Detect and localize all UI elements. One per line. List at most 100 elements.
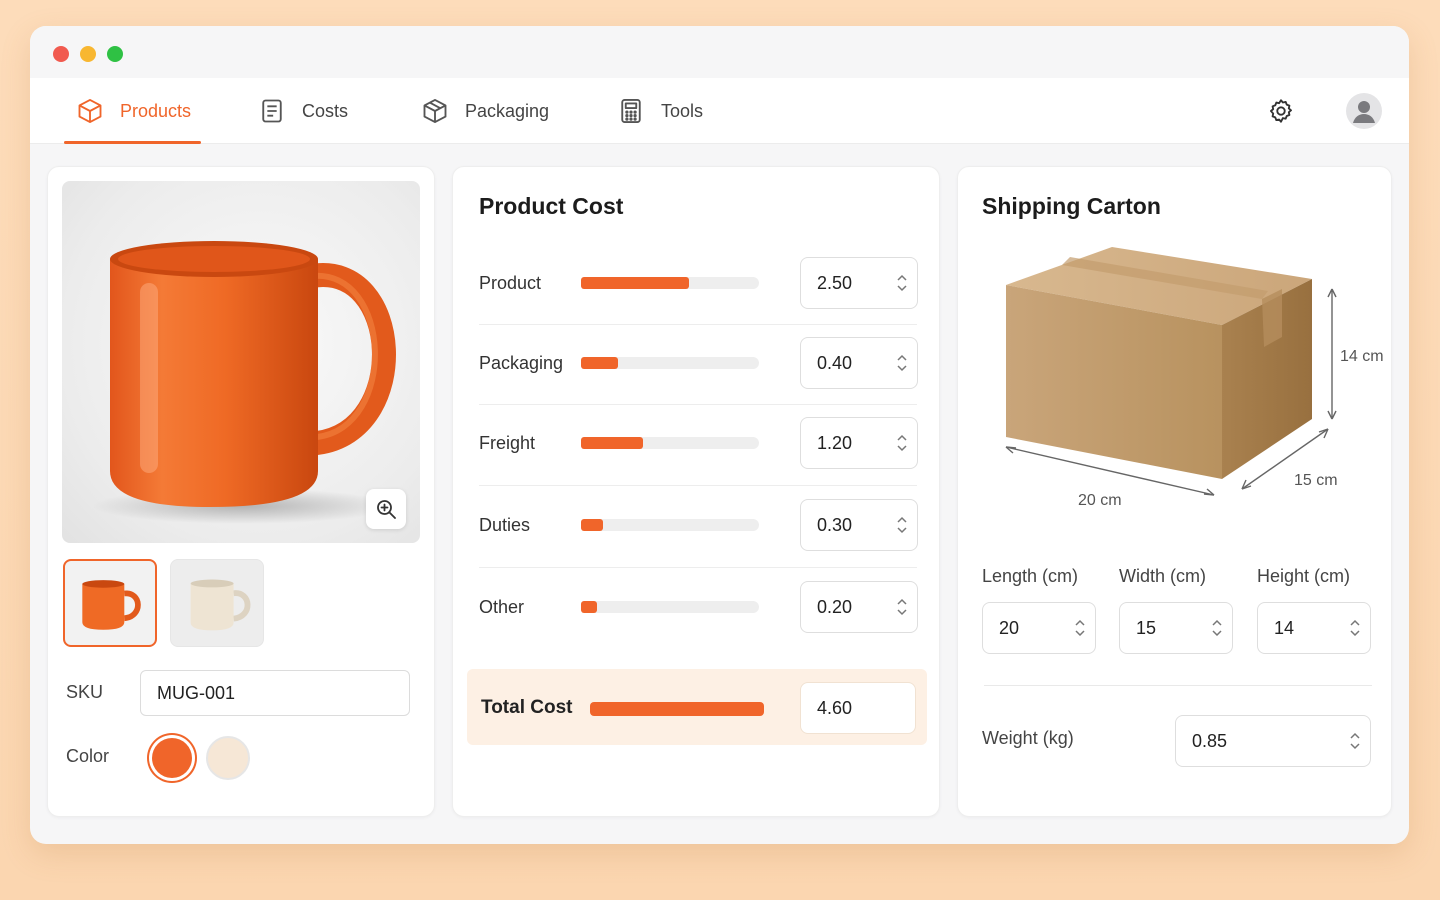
zoom-in-icon xyxy=(377,500,396,519)
tab-packaging-label: Packaging xyxy=(465,100,550,121)
weight-input[interactable]: 0.85 xyxy=(1175,715,1371,767)
cost-row-duties: Duties 0.30 xyxy=(479,487,918,567)
sku-value: MUG-001 xyxy=(157,682,236,703)
product-cost-card: Product Cost Product 2.50 Packaging 0.40… xyxy=(452,166,940,817)
cost-row-freight: Freight 1.20 xyxy=(479,405,918,485)
width-value: 15 xyxy=(1136,617,1157,638)
cube-icon xyxy=(78,98,102,124)
cost-value: 1.20 xyxy=(817,432,853,453)
cost-bar-track xyxy=(581,519,759,531)
tab-costs[interactable]: Costs xyxy=(258,78,348,144)
cost-bar-track xyxy=(581,601,759,613)
cost-input-duties[interactable]: 0.30 xyxy=(800,499,918,551)
cost-bar-track xyxy=(581,277,759,289)
color-swatch-cream[interactable] xyxy=(206,736,250,780)
divider xyxy=(479,485,917,486)
stepper-arrows-icon[interactable] xyxy=(1348,729,1362,753)
length-annotation: 20 cm xyxy=(1078,492,1122,509)
mug-thumbnail xyxy=(190,579,251,631)
cost-row-other: Other 0.20 xyxy=(479,569,918,649)
length-label: Length (cm) xyxy=(982,566,1079,586)
stepper-arrows-icon[interactable] xyxy=(895,513,909,537)
thumbnail-cream-mug[interactable] xyxy=(170,559,264,647)
stepper-arrows-icon[interactable] xyxy=(895,595,909,619)
height-label: Height (cm) xyxy=(1257,566,1351,586)
divider xyxy=(479,567,917,568)
stepper-arrows-icon[interactable] xyxy=(1348,616,1362,640)
length-input[interactable]: 20 xyxy=(982,602,1096,654)
weight-label: Weight (kg) xyxy=(982,728,1074,748)
cost-row-label: Freight xyxy=(479,433,536,453)
tab-products[interactable]: Products xyxy=(63,78,202,144)
tab-products-label: Products xyxy=(120,100,192,121)
total-cost-value: 4.60 xyxy=(817,697,853,718)
cost-input-product[interactable]: 2.50 xyxy=(800,257,918,309)
stepper-arrows-icon[interactable] xyxy=(895,431,909,455)
carton-illustration: 20 cm 15 cm 14 cm xyxy=(1005,247,1384,509)
tab-tools[interactable]: Tools xyxy=(617,78,703,144)
mug-thumbnail xyxy=(82,580,141,630)
cost-bar-fill xyxy=(581,519,603,531)
cost-bar-fill xyxy=(581,357,618,369)
weight-value: 0.85 xyxy=(1192,730,1228,751)
shipping-carton-card: Shipping Carton 20 cm 15 cm 14 cm Length… xyxy=(957,166,1392,817)
width-label: Width (cm) xyxy=(1119,566,1206,586)
total-cost-bar xyxy=(590,702,764,716)
stepper-arrows-icon[interactable] xyxy=(1210,616,1224,640)
cost-row-label: Packaging xyxy=(479,353,564,373)
thumbnail-orange-mug[interactable] xyxy=(63,559,157,647)
sku-input[interactable]: MUG-001 xyxy=(140,670,410,716)
cost-input-other[interactable]: 0.20 xyxy=(800,581,918,633)
document-icon xyxy=(262,99,282,123)
cost-bar-fill xyxy=(581,601,597,613)
sku-label: SKU xyxy=(66,682,104,702)
cost-row-label: Product xyxy=(479,273,542,293)
divider xyxy=(984,685,1372,686)
cost-row-label: Duties xyxy=(479,515,531,535)
cost-input-packaging[interactable]: 0.40 xyxy=(800,337,918,389)
height-annotation: 14 cm xyxy=(1340,348,1384,365)
calculator-icon xyxy=(621,98,641,124)
cost-row-label: Other xyxy=(479,597,525,617)
close-window-button[interactable] xyxy=(53,46,69,62)
tab-tools-label: Tools xyxy=(661,100,704,121)
zoom-button[interactable] xyxy=(366,489,406,529)
maximize-window-button[interactable] xyxy=(107,46,123,62)
cost-value: 0.30 xyxy=(817,514,853,535)
cost-value: 0.40 xyxy=(817,352,853,373)
cost-value: 2.50 xyxy=(817,272,853,293)
tab-packaging[interactable]: Packaging xyxy=(421,78,549,144)
product-card: SKU MUG-001 Color xyxy=(47,166,435,817)
height-input[interactable]: 14 xyxy=(1257,602,1371,654)
cost-bar-track xyxy=(581,437,759,449)
cost-bar-track xyxy=(581,357,759,369)
user-icon xyxy=(1353,101,1375,123)
product-cost-title: Product Cost xyxy=(479,193,624,219)
mug-image xyxy=(92,241,396,524)
tab-costs-label: Costs xyxy=(302,100,349,121)
length-value: 20 xyxy=(999,617,1020,638)
height-value: 14 xyxy=(1274,617,1295,638)
package-icon xyxy=(423,98,447,124)
top-navigation: Products Costs Packaging Tools xyxy=(30,78,1409,144)
color-swatch-orange[interactable] xyxy=(152,738,192,778)
color-label: Color xyxy=(66,746,110,766)
minimize-window-button[interactable] xyxy=(80,46,96,62)
total-cost-label: Total Cost xyxy=(481,697,573,718)
stepper-arrows-icon[interactable] xyxy=(895,351,909,375)
width-input[interactable]: 15 xyxy=(1119,602,1233,654)
cost-row-packaging: Packaging 0.40 xyxy=(479,325,918,405)
cost-input-freight[interactable]: 1.20 xyxy=(800,417,918,469)
app-window: Products Costs Packaging Tools SKU MUG-0… xyxy=(30,26,1409,844)
cost-bar-fill xyxy=(581,277,689,289)
cost-row-product: Product 2.50 xyxy=(479,245,918,325)
cost-bar-fill xyxy=(581,437,643,449)
stepper-arrows-icon[interactable] xyxy=(895,271,909,295)
shipping-carton-title: Shipping Carton xyxy=(982,193,1161,219)
stepper-arrows-icon[interactable] xyxy=(1073,616,1087,640)
width-annotation: 15 cm xyxy=(1294,472,1338,489)
total-cost-row: Total Cost 4.60 xyxy=(467,669,927,745)
avatar[interactable] xyxy=(1346,93,1382,129)
cost-value: 0.20 xyxy=(817,596,853,617)
gear-icon[interactable] xyxy=(1267,97,1295,125)
